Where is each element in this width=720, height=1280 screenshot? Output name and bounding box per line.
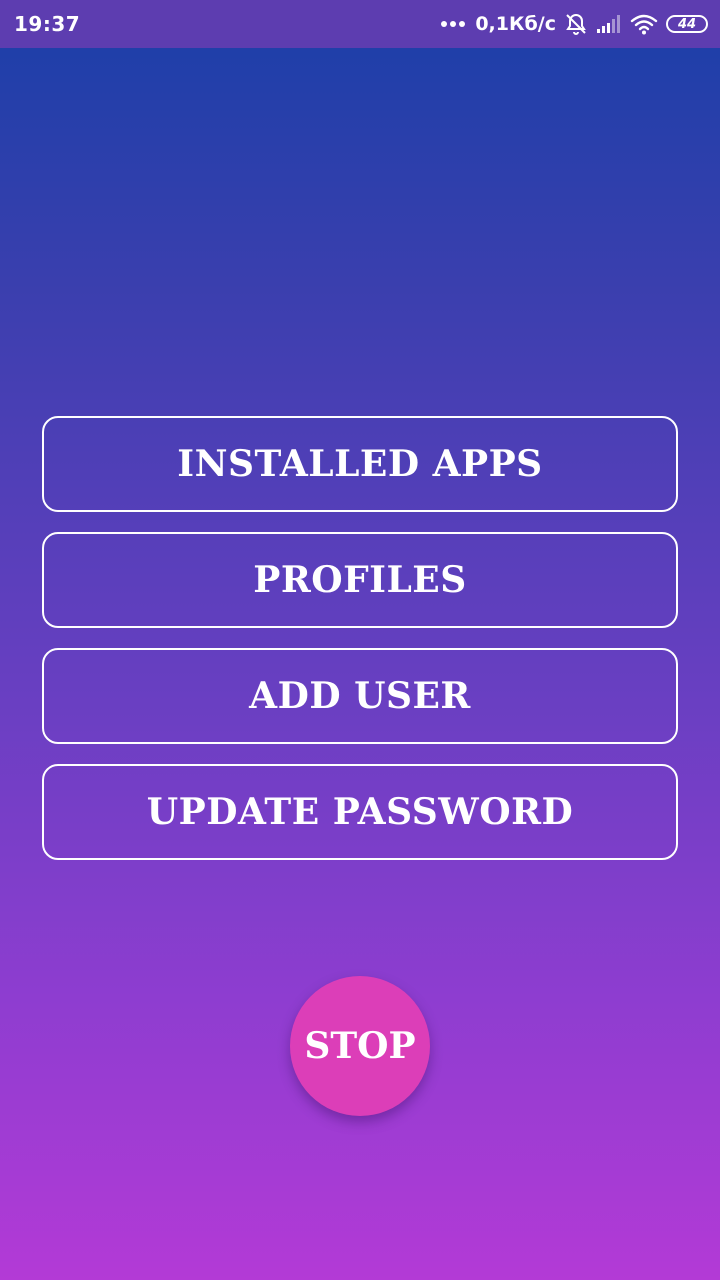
wifi-icon: [630, 13, 658, 35]
app-screen: 19:37 0,1Кб/с 44 INSTALLED APPS PROFILES…: [0, 0, 720, 1280]
stop-button[interactable]: STOP: [290, 976, 430, 1116]
profiles-button[interactable]: PROFILES: [42, 532, 678, 628]
update-password-button[interactable]: UPDATE PASSWORD: [42, 764, 678, 860]
network-speed: 0,1Кб/с: [475, 13, 556, 35]
status-bar: 19:37 0,1Кб/с 44: [0, 0, 720, 48]
alarm-off-icon: [564, 12, 588, 36]
main-menu: INSTALLED APPS PROFILES ADD USER UPDATE …: [42, 416, 678, 880]
signal-icon: [596, 14, 622, 34]
status-time: 19:37: [14, 12, 81, 36]
battery-icon: 44: [666, 15, 708, 33]
more-dots-icon: [441, 21, 466, 27]
installed-apps-button[interactable]: INSTALLED APPS: [42, 416, 678, 512]
status-icons: 0,1Кб/с 44: [441, 12, 708, 36]
add-user-button[interactable]: ADD USER: [42, 648, 678, 744]
